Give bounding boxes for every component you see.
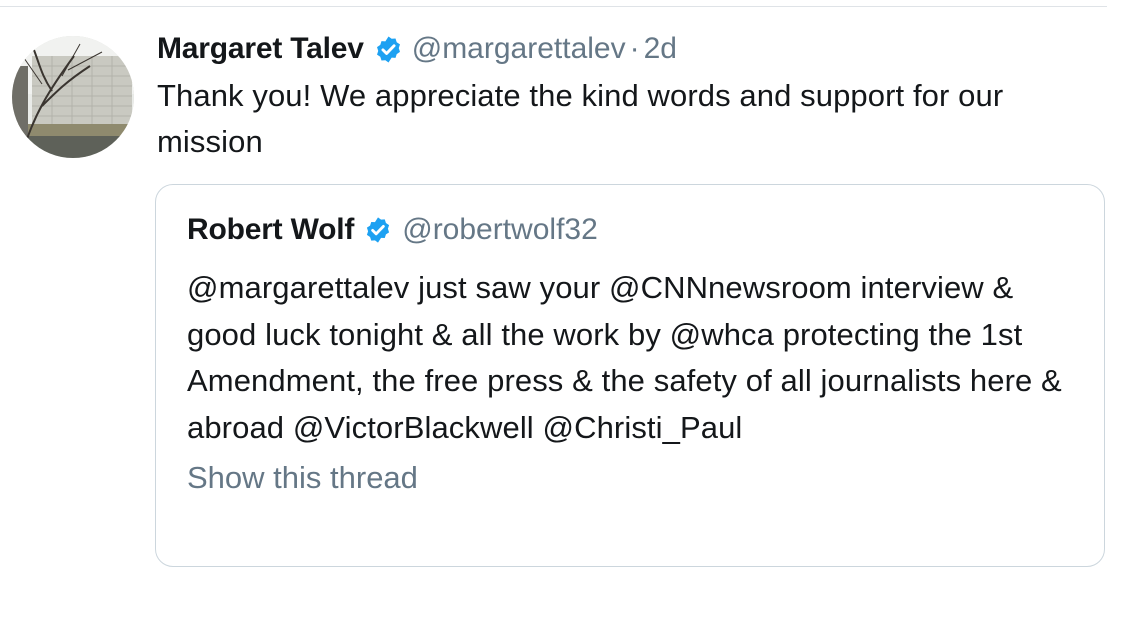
- tweet-timestamp[interactable]: 2d: [644, 32, 677, 66]
- tweet-text: Thank you! We appreciate the kind words …: [157, 78, 1004, 159]
- tweet-header: Margaret Talev @margarettalev · 2d: [157, 26, 1107, 72]
- quoted-author-handle: @robertwolf32: [402, 213, 598, 246]
- verified-badge-icon: [374, 35, 403, 64]
- avatar[interactable]: [12, 36, 134, 158]
- quoted-tweet-card[interactable]: Robert Wolf @robertwolf32 @margarettalev…: [155, 184, 1105, 567]
- show-thread-link[interactable]: Show this thread: [187, 455, 418, 501]
- top-divider: [0, 6, 1107, 7]
- quoted-tweet-header: Robert Wolf @robertwolf32: [187, 207, 1087, 253]
- verified-badge-icon: [364, 216, 392, 244]
- author-display-name[interactable]: Margaret Talev: [157, 32, 364, 66]
- tweet[interactable]: Margaret Talev @margarettalev · 2d Thank…: [157, 26, 1107, 165]
- quoted-author-display-name: Robert Wolf: [187, 213, 355, 246]
- quoted-tweet-text: @margarettalev just saw your @CNNnewsroo…: [187, 270, 1062, 445]
- avatar-image: [12, 36, 134, 158]
- meta-separator: ·: [629, 32, 640, 65]
- author-handle[interactable]: @margarettalev: [412, 32, 626, 66]
